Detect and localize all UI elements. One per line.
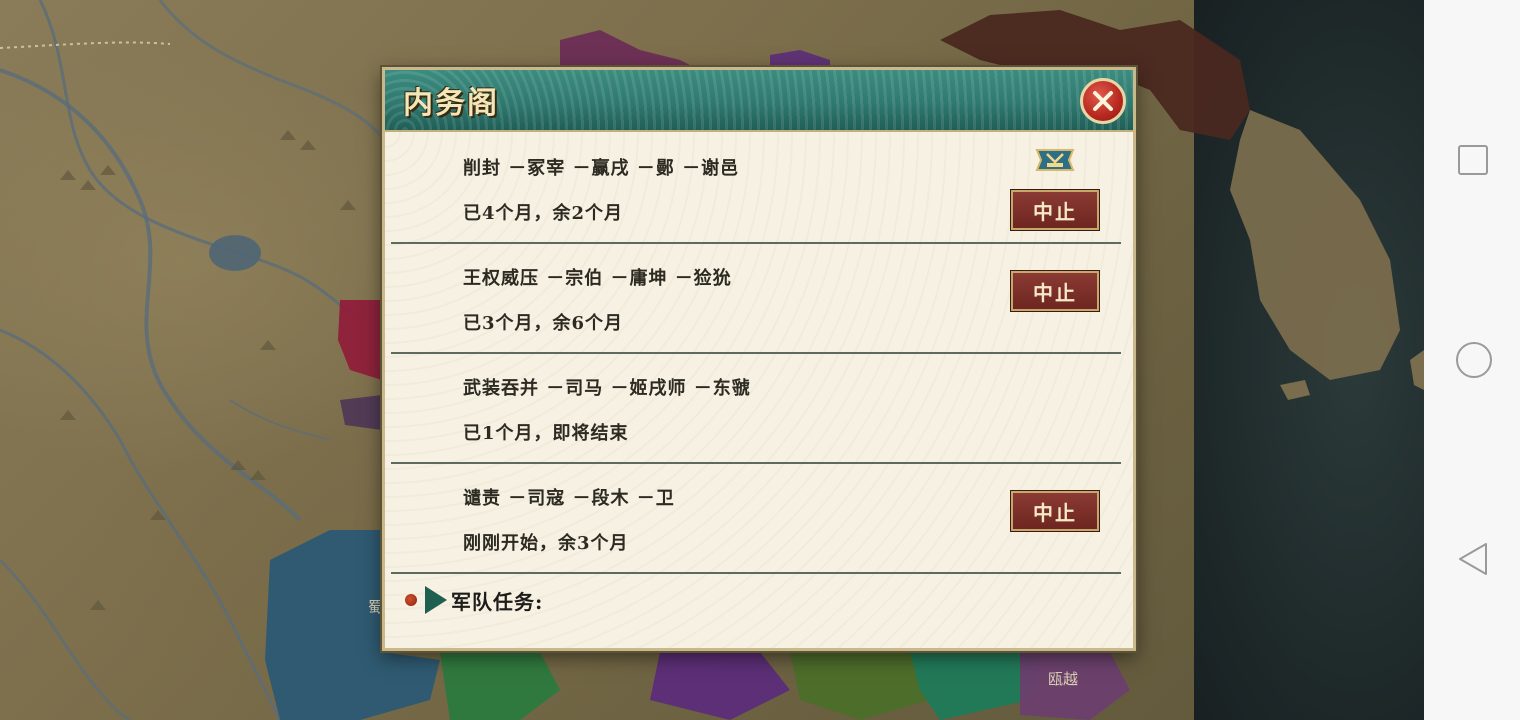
map-label-shu: 蜀 (368, 598, 384, 616)
task-name: 削封 －冢宰 －赢戌 －鄤 －谢邑 (463, 158, 740, 179)
close-button[interactable] (1080, 78, 1126, 124)
stop-button[interactable]: 中止 (1011, 271, 1099, 311)
task-list: 削封 －冢宰 －赢戌 －鄤 －谢邑 中止 已4个月，余2个月 王权威压 －宗伯 … (385, 132, 1133, 648)
task-progress: 已4个月，余2个月 (463, 203, 624, 224)
task-row: 谴责 －司寇 －段木 －卫 中止 刚刚开始，余3个月 (391, 462, 1121, 574)
back-triangle-icon (1459, 543, 1487, 575)
bullet-dot-icon (405, 594, 417, 606)
task-name: 武装吞并 －司马 －姬戌师 －东虢 (463, 378, 751, 399)
dialog-title: 内务阁 (403, 86, 499, 121)
back-button[interactable] (1456, 542, 1490, 576)
task-row: 王权威压 －宗伯 －庸坤 －猃狁 中止 已3个月，余6个月 (391, 242, 1121, 354)
close-icon (1093, 91, 1113, 111)
official-rank-badge-icon (1035, 149, 1075, 171)
task-progress: 刚刚开始，余3个月 (463, 533, 629, 554)
stop-button[interactable]: 中止 (1011, 190, 1099, 230)
task-progress: 已3个月，余6个月 (463, 313, 624, 334)
task-row: 武装吞并 －司马 －姬戌师 －东虢 已1个月，即将结束 (391, 352, 1121, 464)
army-tasks-label: 军队任务: (451, 589, 544, 614)
army-tasks-header[interactable]: 军队任务: (405, 582, 543, 618)
task-progress: 已1个月，即将结束 (463, 423, 629, 444)
task-row: 削封 －冢宰 －赢戌 －鄤 －谢邑 中止 已4个月，余2个月 (391, 132, 1121, 244)
interior-affairs-dialog: 内务阁 削封 －冢宰 －赢戌 －鄤 －谢邑 中止 已4个月，余2个月 王权威压 … (382, 67, 1136, 651)
expand-arrow-icon[interactable] (425, 586, 447, 614)
home-button[interactable] (1456, 342, 1492, 378)
task-name: 谴责 －司寇 －段木 －卫 (463, 488, 675, 509)
system-navigation-bar (1424, 0, 1520, 720)
stop-button[interactable]: 中止 (1011, 491, 1099, 531)
map-label-ouyue: 瓯越 (1048, 670, 1079, 688)
dialog-header: 内务阁 (385, 70, 1133, 132)
task-name: 王权威压 －宗伯 －庸坤 －猃狁 (463, 268, 732, 289)
recent-apps-button[interactable] (1456, 143, 1490, 177)
